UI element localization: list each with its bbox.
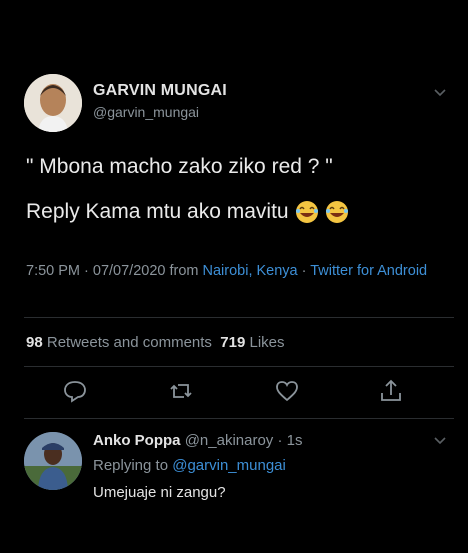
divider: [24, 418, 454, 419]
laughing-emoji-icon: [325, 201, 348, 223]
reply-author-handle[interactable]: @n_akinaroy: [185, 432, 274, 449]
tweet-metadata: 7:50 PM · 07/07/2020 from Nairobi, Kenya…: [26, 260, 446, 282]
chevron-down-icon[interactable]: [433, 434, 447, 448]
tweet-client-link[interactable]: Twitter for Android: [310, 263, 427, 279]
retweets-count[interactable]: 98: [26, 334, 43, 351]
replying-to: Replying to @garvin_mungai: [93, 457, 286, 474]
tweet-text-line2: Reply Kama mtu ako mavitu: [26, 200, 349, 224]
likes-count[interactable]: 719: [220, 334, 245, 351]
author-name[interactable]: GARVIN MUNGAI: [93, 82, 227, 100]
like-icon[interactable]: [274, 378, 300, 404]
reply-text: Umejuaje ni zangu?: [93, 484, 226, 501]
divider: [24, 317, 454, 318]
author-avatar[interactable]: [24, 74, 82, 132]
replying-to-label: Replying to: [93, 457, 173, 474]
retweet-icon[interactable]: [168, 378, 194, 404]
share-icon[interactable]: [378, 378, 404, 404]
meta-separator: ·: [297, 263, 311, 279]
reply-icon[interactable]: [62, 378, 88, 404]
tweet-text-line2-label: Reply Kama mtu ako mavitu: [26, 200, 289, 223]
retweets-label[interactable]: Retweets and comments: [47, 334, 212, 351]
tweet-text-line1: " Mbona macho zako ziko red ? ": [26, 155, 333, 178]
divider: [24, 366, 454, 367]
replying-to-handle[interactable]: @garvin_mungai: [172, 457, 286, 474]
reply-header: Anko Poppa @n_akinaroy · 1s: [93, 432, 302, 449]
avatar-image: [24, 74, 82, 132]
likes-label[interactable]: Likes: [249, 334, 284, 351]
laughing-emoji-icon: [295, 201, 318, 223]
tweet-actions: [0, 378, 468, 410]
chevron-down-icon[interactable]: [433, 86, 447, 100]
reply-time[interactable]: 1s: [287, 432, 303, 449]
tweet-timestamp: 7:50 PM · 07/07/2020 from: [26, 263, 203, 279]
tweet-stats: 98 Retweets and comments 719 Likes: [26, 334, 285, 351]
reply-separator: ·: [273, 432, 287, 449]
reply-author-name[interactable]: Anko Poppa: [93, 432, 181, 449]
reply-avatar[interactable]: [24, 432, 82, 490]
tweet-location-link[interactable]: Nairobi, Kenya: [203, 263, 298, 279]
avatar-image: [24, 432, 82, 490]
author-handle[interactable]: @garvin_mungai: [93, 104, 199, 120]
